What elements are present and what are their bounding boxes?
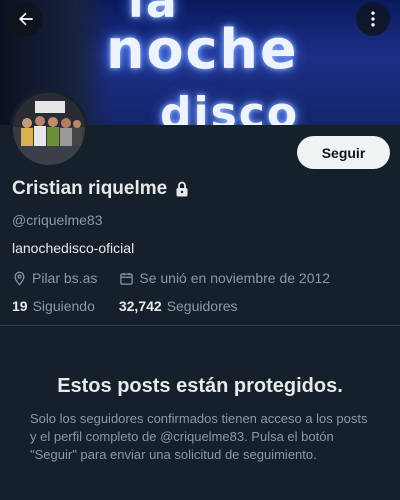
profile-avatar[interactable] [10,90,88,168]
followers-label[interactable]: Seguidores [167,298,238,314]
more-options-button[interactable] [356,2,390,36]
profile-handle: @criquelme83 [12,212,103,228]
following-count[interactable]: 19 [12,298,28,314]
profile-location: Pilar bs.as [32,270,98,286]
profile-bio: lanochedisco-oficial [12,240,135,256]
banner-sign-line: noche [106,18,299,81]
back-button[interactable] [9,2,43,36]
lock-icon [176,181,188,197]
more-vertical-icon [371,11,375,27]
profile-meta: Pilar bs.as Se unió en noviembre de 2012 [12,270,330,286]
follow-button[interactable]: Seguir [297,136,390,169]
profile-stats: 19 Siguiendo 32,742 Seguidores [12,298,238,314]
avatar-photo [13,93,85,165]
protected-posts-message: Solo los seguidores confirmados tienen a… [30,411,368,462]
profile-name-row: Cristian riquelme [12,178,189,200]
arrow-left-icon [19,12,33,26]
calendar-icon [120,272,134,285]
following-label[interactable]: Siguiendo [33,298,95,314]
location-pin-icon [14,271,25,286]
followers-count[interactable]: 32,742 [119,298,162,314]
banner-sign-line: disco [160,88,300,125]
profile-name: Cristian riquelme [12,178,168,199]
protected-posts-title: Estos posts están protegidos. [57,375,343,397]
profile-joined-date: Se unió en noviembre de 2012 [139,270,331,286]
section-divider [0,325,400,326]
